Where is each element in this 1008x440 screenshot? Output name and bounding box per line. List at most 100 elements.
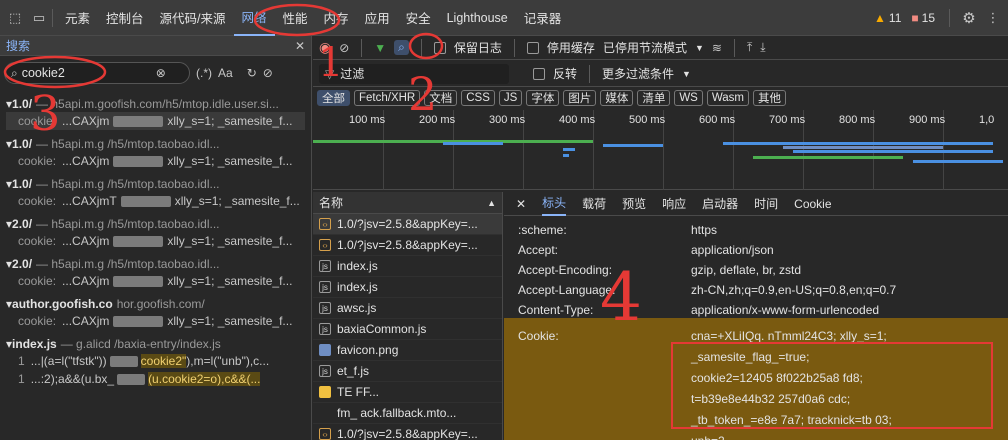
- detail-tab-3[interactable]: 响应: [662, 192, 686, 216]
- close-icon[interactable]: ✕: [295, 39, 305, 53]
- search-row: ⌕ ⊗ (.*) Aa ↻ ⊘: [0, 56, 311, 90]
- sort-up-icon: ▲: [487, 197, 496, 208]
- filter-chip-1[interactable]: Fetch/XHR: [354, 90, 421, 106]
- result-post: xlly_s=1; _samesite_f...: [167, 234, 293, 248]
- tab-7[interactable]: 安全: [398, 0, 439, 36]
- tab-8[interactable]: Lighthouse: [439, 0, 516, 36]
- clear-results-icon[interactable]: ⊘: [263, 66, 273, 80]
- more-filters-dropdown[interactable]: 更多过滤条件: [602, 65, 674, 82]
- record-icon[interactable]: ◉: [319, 39, 331, 56]
- result-pre: ...:2);a&&(u.bx_: [30, 372, 115, 386]
- disable-cache-checkbox[interactable]: [526, 41, 539, 54]
- filter-chip-9[interactable]: WS: [674, 90, 703, 106]
- detail-tab-0[interactable]: 标头: [542, 192, 567, 216]
- upload-icon[interactable]: ⤒: [747, 40, 752, 55]
- clear-icon[interactable]: ⊘: [339, 41, 349, 55]
- result-file-header[interactable]: ▾1.0/— h5api.m.g /h5/mtop.taobao.idl...: [6, 175, 305, 192]
- result-match-line[interactable]: 1 ...|(a=l("tfstk")) cookie2"),m=l("unb"),…: [6, 352, 305, 370]
- timeline-overview[interactable]: 100 ms 200 ms 300 ms 400 ms 500 ms 600 ms 700 …: [313, 110, 1008, 190]
- tab-3[interactable]: 网络: [233, 0, 275, 36]
- preserve-log-checkbox[interactable]: [433, 41, 446, 54]
- name-column-header[interactable]: 名称 ▲: [313, 192, 502, 214]
- result-file-header[interactable]: ▾1.0/— h5api.m.goofish.com/h5/mtop.idle.…: [6, 95, 305, 112]
- network-conditions-icon[interactable]: ≋: [712, 41, 722, 55]
- filter-chip-11[interactable]: 其他: [753, 90, 787, 106]
- request-row[interactable]: js baxiaCommon.js: [313, 319, 502, 340]
- filter-chip-4[interactable]: JS: [498, 90, 523, 106]
- request-row[interactable]: fm_ ack.fallback.mto...: [313, 403, 502, 424]
- gear-icon[interactable]: ⚙: [960, 9, 978, 27]
- filter-chip-8[interactable]: 清单: [637, 90, 671, 106]
- result-file-header[interactable]: ▾1.0/— h5api.m.g /h5/mtop.taobao.idl...: [6, 135, 305, 152]
- tab-5[interactable]: 内存: [316, 0, 357, 36]
- request-row[interactable]: js et_f.js: [313, 361, 502, 382]
- inspect-element-icon[interactable]: ⬚: [6, 9, 24, 27]
- redacted-block: [113, 155, 164, 167]
- request-row[interactable]: ‹› 1.0/?jsv=2.5.8&appKey=...: [313, 235, 502, 256]
- result-match-line[interactable]: cookie: ...CAXjm xlly_s=1; _samesite_f...: [6, 232, 305, 250]
- more-menu-icon[interactable]: ⋮: [984, 9, 1002, 27]
- detail-tab-1[interactable]: 载荷: [582, 192, 606, 216]
- detail-tab-6[interactable]: Cookie: [794, 192, 831, 216]
- refresh-icon[interactable]: ↻: [247, 66, 257, 80]
- filter-input[interactable]: ▽ 过滤: [319, 63, 509, 84]
- search-input[interactable]: [21, 66, 152, 80]
- tab-4[interactable]: 性能: [275, 0, 316, 36]
- filter-chip-0[interactable]: 全部: [317, 90, 350, 106]
- request-row[interactable]: js awsc.js: [313, 298, 502, 319]
- request-name: TE FF...: [337, 385, 379, 399]
- request-name: 1.0/?jsv=2.5.8&appKey=...: [337, 217, 478, 231]
- filter-chip-2[interactable]: 文档: [424, 90, 458, 106]
- warning-badge[interactable]: ▲ 11: [874, 11, 901, 25]
- result-match-line[interactable]: cookie: ...CAXjm xlly_s=1; _samesite_f...: [6, 112, 305, 130]
- result-file-header[interactable]: ▾author.goofish.co hor.goofish.com/: [6, 295, 305, 312]
- detail-tab-5[interactable]: 时间: [754, 192, 778, 216]
- chevron-down-icon[interactable]: ▼: [695, 43, 704, 53]
- timeline-bar: [563, 148, 575, 151]
- result-match-line[interactable]: cookie: ...CAXjm xlly_s=1; _samesite_f...: [6, 272, 305, 290]
- js-file-icon: js: [319, 323, 331, 335]
- clear-icon[interactable]: ⊗: [156, 66, 166, 80]
- filter-chip-3[interactable]: CSS: [461, 90, 495, 106]
- tab-6[interactable]: 应用: [357, 0, 398, 36]
- request-row[interactable]: favicon.png: [313, 340, 502, 361]
- filter-chip-6[interactable]: 图片: [563, 90, 597, 106]
- timeline-tick-label: 100 ms: [349, 114, 386, 126]
- filter-chip-5[interactable]: 字体: [526, 90, 560, 106]
- invert-checkbox[interactable]: [533, 67, 545, 80]
- result-match-line[interactable]: cookie: ...CAXjm xlly_s=1; _samesite_f...: [6, 312, 305, 330]
- device-toolbar-icon[interactable]: ▭: [30, 9, 48, 27]
- tab-9[interactable]: 记录器: [516, 0, 570, 36]
- request-row[interactable]: ‹› 1.0/?jsv=2.5.8&appKey=...: [313, 424, 502, 440]
- tab-2[interactable]: 源代码/来源: [152, 0, 234, 36]
- filter-icon[interactable]: ▼: [374, 41, 386, 55]
- tab-0[interactable]: 元素: [57, 0, 98, 36]
- result-file-header[interactable]: ▾2.0/— h5api.m.g /h5/mtop.taobao.idl...: [6, 255, 305, 272]
- regex-toggle[interactable]: (.*): [196, 66, 212, 80]
- timeline-bar: [753, 156, 903, 159]
- request-row[interactable]: ‹› 1.0/?jsv=2.5.8&appKey=...: [313, 214, 502, 235]
- request-row[interactable]: js index.js: [313, 256, 502, 277]
- filter-chip-10[interactable]: Wasm: [706, 90, 750, 106]
- result-match-line[interactable]: cookie: ...CAXjm xlly_s=1; _samesite_f...: [6, 152, 305, 170]
- search-box[interactable]: ⌕ ⊗: [4, 62, 190, 84]
- download-icon[interactable]: ⤓: [760, 40, 765, 55]
- filter-chip-7[interactable]: 媒体: [600, 90, 634, 106]
- search-icon[interactable]: ⌕: [394, 40, 409, 55]
- timeline-tick-label: 300 ms: [489, 114, 526, 126]
- result-file-header[interactable]: ▾index.js — g.alicd /baxia-entry/index.js: [6, 335, 305, 352]
- close-icon[interactable]: ✕: [516, 197, 526, 211]
- result-match-line[interactable]: cookie: ...CAXjmT xlly_s=1; _samesite_f...: [6, 192, 305, 210]
- match-case-toggle[interactable]: Aa: [218, 66, 233, 80]
- detail-tab-2[interactable]: 预览: [622, 192, 646, 216]
- request-row[interactable]: js index.js: [313, 277, 502, 298]
- chevron-down-icon[interactable]: ▼: [682, 69, 691, 79]
- result-pre: ...CAXjm: [62, 314, 110, 328]
- tab-1[interactable]: 控制台: [98, 0, 152, 36]
- request-row[interactable]: TE FF...: [313, 382, 502, 403]
- error-badge[interactable]: ■ 15: [911, 11, 935, 25]
- detail-tab-4[interactable]: 启动器: [702, 192, 738, 216]
- result-match-line[interactable]: 1 ...:2);a&&(u.bx_ (u.cookie2=o),c&&(...: [6, 370, 305, 388]
- throttle-select[interactable]: 已停用节流模式: [603, 39, 687, 56]
- result-file-header[interactable]: ▾2.0/— h5api.m.g /h5/mtop.taobao.idl...: [6, 215, 305, 232]
